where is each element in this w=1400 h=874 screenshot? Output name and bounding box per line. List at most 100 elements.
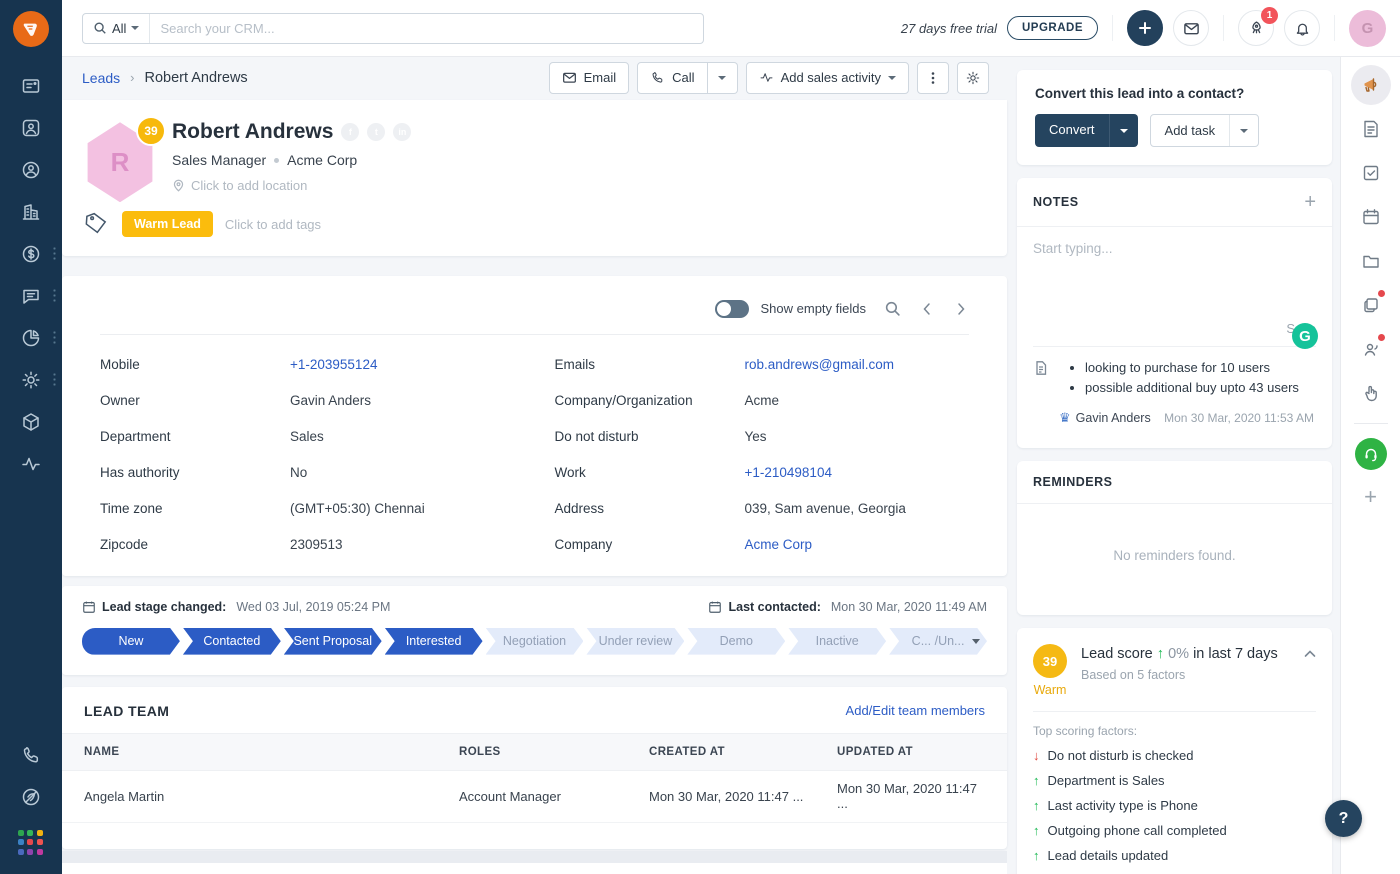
field-value-work-phone[interactable]: +1-210498104: [745, 465, 832, 480]
trend-up-icon: ↑: [1156, 646, 1165, 662]
drag-grip-icon: [52, 372, 57, 388]
sidebar-item-accounts[interactable]: [9, 191, 53, 233]
email-inbox-button[interactable]: [1173, 10, 1209, 46]
rail-item-files[interactable]: [1351, 241, 1391, 281]
search-icon: [94, 22, 106, 34]
collapse-chevron-up-icon[interactable]: [1302, 646, 1318, 667]
sidebar-item-phone[interactable]: [9, 734, 53, 776]
stage-inactive[interactable]: Inactive: [788, 628, 886, 655]
body-row: Leads › Robert Andrews Email Call Add sa…: [62, 57, 1400, 874]
sidebar-item-contacts[interactable]: [9, 149, 53, 191]
search-scope-dropdown[interactable]: All: [83, 13, 151, 43]
apps-grid-icon[interactable]: [18, 830, 44, 856]
search-fields-button[interactable]: [884, 300, 901, 317]
notifications-button[interactable]: [1284, 10, 1320, 46]
rail-item-tasks[interactable]: [1351, 153, 1391, 193]
factor-text: Lead details updated: [1047, 848, 1169, 863]
rail-item-notes[interactable]: [1351, 109, 1391, 149]
sidebar-item-dashboard[interactable]: [9, 65, 53, 107]
note-author: ♛ Gavin Anders: [1059, 410, 1151, 426]
sidebar-item-activities[interactable]: [9, 443, 53, 485]
convert-dropdown[interactable]: [1110, 114, 1138, 147]
stage-contacted[interactable]: Contacted: [183, 628, 281, 655]
quick-add-button[interactable]: [1127, 10, 1163, 46]
arrow-up-icon: ↑: [1033, 773, 1040, 788]
call-dropdown-button[interactable]: [707, 61, 738, 94]
twitter-icon[interactable]: t: [367, 123, 386, 142]
stage-interested[interactable]: Interested: [385, 628, 483, 655]
add-location-field[interactable]: Click to add location: [172, 178, 983, 193]
rail-item-support[interactable]: [1351, 434, 1391, 474]
facebook-icon[interactable]: f: [341, 123, 360, 142]
field-value-emails[interactable]: rob.andrews@gmail.com: [745, 357, 895, 372]
field-grid: Mobile +1-203955124 Owner Gavin Anders Dep…: [100, 335, 969, 573]
call-button[interactable]: Call: [637, 61, 708, 94]
whats-new-button[interactable]: 1: [1238, 7, 1278, 46]
stage-negotiation[interactable]: Negotiation: [486, 628, 584, 655]
field-label: Owner: [100, 392, 140, 408]
sidebar-item-conversations[interactable]: [9, 275, 57, 317]
arrow-down-icon: ↓: [1033, 748, 1040, 763]
help-button[interactable]: ?: [1325, 800, 1362, 837]
sidebar-item-products[interactable]: [9, 401, 53, 443]
rail-item-engagement[interactable]: [1351, 373, 1391, 413]
field-value-mobile[interactable]: +1-203955124: [290, 357, 377, 372]
add-sales-activity-button[interactable]: Add sales activity: [745, 61, 909, 94]
lead-team-title: LEAD TEAM: [84, 702, 170, 719]
note-timestamp: Mon 30 Mar, 2020 11:53 AM: [1164, 411, 1314, 425]
user-avatar[interactable]: G: [1349, 9, 1386, 47]
stage-dropdown-caret[interactable]: [972, 638, 980, 644]
table-row[interactable]: Angela Martin Account Manager Mon 30 Mar…: [62, 771, 1007, 823]
upgrade-button[interactable]: UPGRADE: [1006, 16, 1098, 40]
stage-under-review[interactable]: Under review: [586, 628, 684, 655]
convert-card: Convert this lead into a contact? Conver…: [1017, 70, 1332, 165]
add-note-button[interactable]: +: [1304, 192, 1316, 212]
add-tags-field[interactable]: Click to add tags: [225, 217, 321, 232]
warm-lead-tag[interactable]: Warm Lead: [122, 211, 213, 238]
rail-item-announcements[interactable]: [1350, 65, 1391, 105]
search-input[interactable]: [150, 20, 703, 36]
field-row: Zipcode 2309513: [100, 537, 515, 552]
score-delta: 0%: [1168, 646, 1190, 662]
rail-item-appointments[interactable]: [1351, 197, 1391, 237]
prev-page-button[interactable]: [919, 301, 935, 317]
linkedin-icon[interactable]: in: [393, 123, 412, 142]
stage-new[interactable]: New: [82, 628, 180, 655]
sidebar-item-analytics[interactable]: [9, 317, 57, 359]
save-note-button[interactable]: Save: [1033, 315, 1316, 347]
note-item[interactable]: looking to purchase for 10 users possibl…: [1033, 347, 1316, 406]
chevron-down-icon: [1240, 128, 1249, 133]
freshworks-logo-icon[interactable]: [13, 11, 49, 47]
last-contacted-value: Mon 30 Mar, 2020 11:49 AM: [830, 599, 987, 614]
add-edit-team-members-link[interactable]: Add/Edit team members: [846, 703, 985, 718]
sidebar-item-settings[interactable]: [9, 359, 57, 401]
rail-add-widget-button[interactable]: +: [1364, 484, 1377, 510]
next-page-button[interactable]: [953, 301, 969, 317]
more-actions-button[interactable]: [917, 61, 949, 94]
rail-item-participants[interactable]: [1351, 329, 1391, 369]
calendar-icon: [709, 601, 722, 613]
add-task-dropdown[interactable]: [1230, 115, 1258, 146]
note-input[interactable]: Start typing...: [1033, 241, 1316, 315]
owner-crown-icon: ♛: [1059, 410, 1071, 425]
stage-sent-proposal[interactable]: Sent Proposal: [284, 628, 382, 655]
rail-item-products[interactable]: [1351, 285, 1391, 325]
grammarly-icon[interactable]: G: [1292, 323, 1318, 349]
page-settings-button[interactable]: [957, 61, 989, 94]
kebab-menu-icon: [931, 71, 935, 84]
arrow-up-icon: ↑: [1033, 798, 1040, 813]
sidebar-item-leads[interactable]: [9, 107, 53, 149]
email-button[interactable]: Email: [548, 61, 630, 94]
field-row: Department Sales: [100, 429, 515, 444]
show-empty-fields-toggle[interactable]: [714, 299, 749, 318]
field-value-company-link[interactable]: Acme Corp: [745, 537, 813, 552]
tag-icon: [84, 209, 110, 240]
field-column-left: Mobile +1-203955124 Owner Gavin Anders Dep…: [100, 357, 515, 573]
stage-demo[interactable]: Demo: [687, 628, 785, 655]
add-task-button[interactable]: Add task: [1149, 114, 1260, 147]
sidebar-item-deals[interactable]: [9, 233, 57, 275]
convert-button[interactable]: Convert: [1035, 114, 1138, 147]
breadcrumb-leads-link[interactable]: Leads: [82, 70, 120, 86]
sidebar-item-switcher[interactable]: [9, 776, 53, 818]
reminders-empty-text: No reminders found.: [1113, 548, 1236, 563]
